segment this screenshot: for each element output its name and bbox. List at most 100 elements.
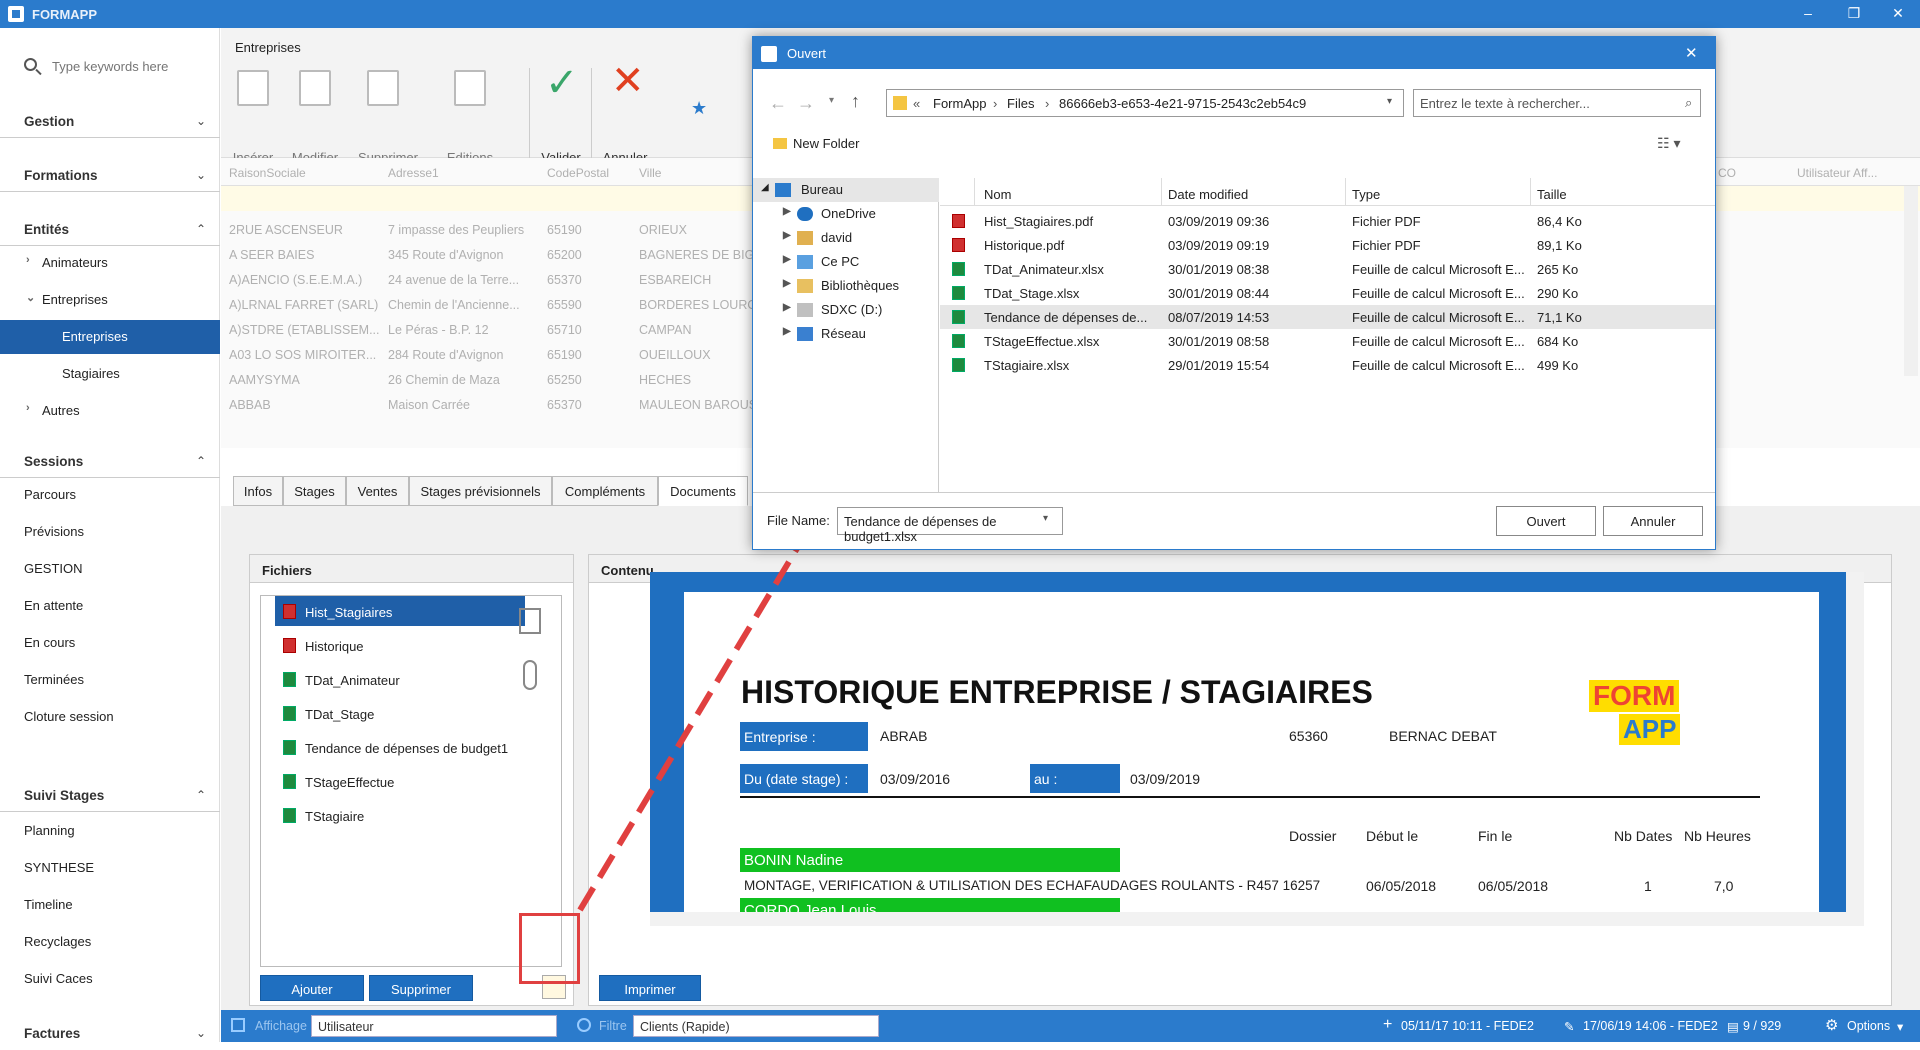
address-bar[interactable]: « FormApp › Files › 86666eb3-e653-4e21-9… [886, 89, 1404, 117]
delete-file-button[interactable]: Supprimer [369, 975, 473, 1001]
section-suivi-stages[interactable]: Suivi Stages ⌃ [0, 780, 220, 812]
file-name: Historique [305, 639, 364, 654]
filename-input[interactable]: Tendance de dépenses de budget1.xlsx [837, 507, 1063, 544]
sidebar-item-cloture-session[interactable]: Cloture session [0, 700, 220, 734]
section-gestion[interactable]: Gestion ⌄ [0, 106, 220, 138]
minimize-icon[interactable]: – [1798, 5, 1818, 21]
section-sessions[interactable]: Sessions ⌃ [0, 446, 220, 478]
sidebar-item-terminees[interactable]: Terminées [0, 663, 220, 697]
tree-item-reseau[interactable]: ▶ Réseau [753, 322, 939, 346]
breadcrumb-item[interactable]: FormApp [933, 96, 986, 111]
section-factures[interactable]: Factures ⌄ [0, 1018, 220, 1050]
sidebar-item-gestion[interactable]: GESTION [0, 552, 220, 586]
validate-button[interactable]: ✓Valider [531, 61, 591, 165]
new-folder-button[interactable]: New Folder [793, 136, 859, 151]
column-header[interactable]: Type [1352, 187, 1380, 202]
add-file-button[interactable]: Ajouter [260, 975, 364, 1001]
tree-item-sdxc[interactable]: ▶ SDXC (D:) [753, 298, 939, 322]
sidebar-item-en-cours[interactable]: En cours [0, 626, 220, 660]
breadcrumb-item[interactable]: 86666eb3-e653-4e21-9715-2543c2eb54c9 [1059, 96, 1306, 111]
tab-ventes[interactable]: Ventes [346, 476, 409, 506]
tree-item-bureau[interactable]: ◢ Bureau [753, 178, 939, 202]
sidebar-item-stagiaires[interactable]: Stagiaires [0, 357, 220, 391]
entreprise-value: ABRAB [880, 728, 928, 744]
file-row[interactable]: TDat_Stage.xlsx 30/01/2019 08:44 Feuille d… [940, 281, 1715, 305]
edit-button[interactable]: Modifier [285, 64, 345, 165]
options-button[interactable]: Options [1847, 1019, 1890, 1033]
sidebar-item-en-attente[interactable]: En attente [0, 589, 220, 623]
forward-arrow-icon[interactable]: → [797, 93, 815, 114]
back-arrow-icon[interactable]: ← [769, 93, 787, 114]
editions-button[interactable]: Editions [435, 64, 505, 165]
breadcrumb-item[interactable]: Files [1007, 96, 1034, 111]
up-arrow-icon[interactable]: ↑ [851, 91, 860, 112]
chevron-down-icon: ⌄ [195, 114, 206, 128]
dialog-close-icon[interactable]: ✕ [1685, 44, 1698, 62]
column-header[interactable]: Taille [1537, 187, 1567, 202]
view-options-icon[interactable]: ☷ ▾ [1657, 135, 1680, 152]
tree-item-bibliotheques[interactable]: ▶ Bibliothèques [753, 274, 939, 298]
sidebar-item-timeline[interactable]: Timeline [0, 888, 220, 922]
list-item[interactable]: Hist_Stagiaires [275, 596, 525, 626]
grid-scrollbar[interactable] [1904, 186, 1918, 376]
preview-scrollbar[interactable] [1846, 572, 1864, 912]
dialog-cancel-button[interactable]: Annuler [1603, 506, 1703, 536]
file-row[interactable]: TDat_Animateur.xlsx 30/01/2019 08:38 Feuil… [940, 257, 1715, 281]
sidebar-item-suivi-caces[interactable]: Suivi Caces [0, 962, 220, 996]
file-row-selected[interactable]: Tendance de dépenses de... 08/07/2019 14:… [940, 305, 1715, 329]
star-icon[interactable]: ★ [691, 98, 707, 119]
restore-icon[interactable]: ❐ [1844, 5, 1864, 22]
column-header[interactable]: CodePostal [547, 166, 609, 180]
paperclip-icon[interactable] [523, 660, 537, 690]
list-item[interactable]: TStagiaire [275, 800, 525, 830]
list-item[interactable]: TDat_Stage [275, 698, 525, 728]
filtre-select[interactable]: Clients (Rapide) [633, 1015, 879, 1037]
tree-item-ce-pc[interactable]: ▶ Ce PC [753, 250, 939, 274]
column-header[interactable]: RaisonSociale [229, 166, 306, 180]
sidebar-item-autres[interactable]: › Autres [0, 394, 220, 428]
list-item[interactable]: Historique [275, 630, 525, 660]
column-header[interactable]: Utilisateur Aff... [1797, 166, 1877, 180]
sidebar-item-synthese[interactable]: SYNTHESE [0, 851, 220, 885]
sidebar-item-planning[interactable]: Planning [0, 814, 220, 848]
close-icon[interactable]: ✕ [1888, 5, 1908, 22]
file-row[interactable]: TStagiaire.xlsx 29/01/2019 15:54 Feuille d… [940, 353, 1715, 377]
column-header[interactable]: CO [1718, 166, 1736, 180]
column-header[interactable]: Nom [984, 187, 1011, 202]
dialog-search-input[interactable]: Entrez le texte à rechercher... [1413, 89, 1701, 117]
delete-button[interactable]: Supprimer [353, 64, 423, 165]
recent-chevron-icon[interactable]: ▾ [829, 95, 834, 106]
sidebar-item-entreprises-group[interactable]: ⌄ Entreprises [0, 283, 220, 317]
cell: 30/01/2019 08:38 [1168, 262, 1270, 277]
sidebar-search[interactable] [20, 54, 212, 78]
tree-item-david[interactable]: ▶ david [753, 226, 939, 250]
column-header[interactable]: Adresse1 [388, 166, 439, 180]
sidebar-item-previsions[interactable]: Prévisions [0, 515, 220, 549]
column-header[interactable]: Ville [639, 166, 661, 180]
tab-stages-previsionnels[interactable]: Stages prévisionnels [409, 476, 552, 506]
cell: Hist_Stagiaires.pdf [984, 214, 1094, 229]
file-row[interactable]: Historique.pdf 03/09/2019 09:19 Fichier PD… [940, 233, 1715, 257]
sidebar-item-parcours[interactable]: Parcours [0, 478, 220, 512]
search-input[interactable] [52, 54, 212, 78]
cancel-button[interactable]: ✕Annuler [595, 59, 655, 165]
tab-stages[interactable]: Stages [283, 476, 346, 506]
copy-icon[interactable] [519, 608, 541, 634]
open-button[interactable]: Ouvert [1496, 506, 1596, 536]
list-item[interactable]: TStageEffectue [275, 766, 525, 796]
sidebar-item-entreprises[interactable]: Entreprises [0, 320, 220, 354]
sidebar-item-recyclages[interactable]: Recyclages [0, 925, 220, 959]
tree-item-onedrive[interactable]: ▶ OneDrive [753, 202, 939, 226]
column-header[interactable]: Date modified [1168, 187, 1248, 202]
affichage-select[interactable]: Utilisateur [311, 1015, 557, 1037]
list-item[interactable]: Tendance de dépenses de budget1 [275, 732, 525, 762]
tab-infos[interactable]: Infos [233, 476, 283, 506]
file-row[interactable]: Hist_Stagiaires.pdf 03/09/2019 09:36 Fichi… [940, 209, 1715, 233]
list-item[interactable]: TDat_Animateur [275, 664, 525, 694]
insert-button[interactable]: Insérer [223, 64, 283, 165]
section-formations[interactable]: Formations ⌄ [0, 160, 220, 192]
file-row[interactable]: TStageEffectue.xlsx 30/01/2019 08:58 Feuil… [940, 329, 1715, 353]
sidebar-item-animateurs[interactable]: › Animateurs [0, 246, 220, 280]
section-entites[interactable]: Entités ⌃ [0, 214, 220, 246]
print-button[interactable]: Imprimer [599, 975, 701, 1001]
